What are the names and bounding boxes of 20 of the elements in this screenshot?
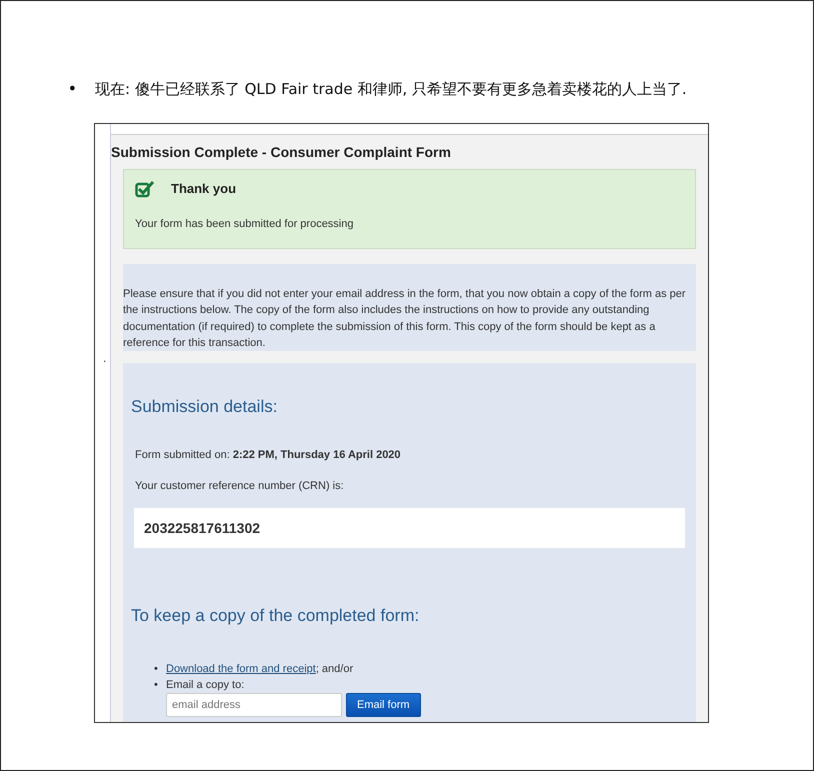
page-title: Submission Complete - Consumer Complaint Form [111,143,452,162]
checkbox-check-icon [135,180,155,198]
email-label: Email a copy to: [166,678,244,691]
bullet-mark: • [154,662,159,677]
email-form-button[interactable]: Email form [346,692,421,717]
bullet-mark: • [154,678,159,693]
download-text: Download the form and receipt; and/or [166,662,354,675]
section-heading: Submission details: [131,397,278,418]
submitted-text: Form submitted on: 2:22 PM, Thursday 16 April 2020 [135,448,402,464]
email-field[interactable]: email address [166,692,342,717]
alert-message: Your form has been submitted for processing [135,216,354,232]
bullet-mark: • [66,78,78,100]
stray-mark: . [103,351,106,365]
crn-number: 203225817611302 [144,518,260,538]
section-heading: To keep a copy of the completed form: [131,606,420,627]
download-link[interactable]: Download the form and receipt [166,662,316,675]
alert-heading: Thank you [171,180,236,198]
document-text: 现在: 傻牛已经联系了 QLD Fair trade 和律师, 只希望不要有更多急着卖楼花的人上当了. [95,79,687,100]
notice-text: Please ensure that if you did not enter your email address in the form, that you now obtain a copy of the form as per the instructions below. The copy of the form also includes the instructions on how to provide any outstanding documentation (if required) to complete the submission of this form. This copy of the form should be kept as a reference for this transaction. [123,287,687,351]
crn-label: Your customer reference number (CRN) is: [135,478,345,494]
